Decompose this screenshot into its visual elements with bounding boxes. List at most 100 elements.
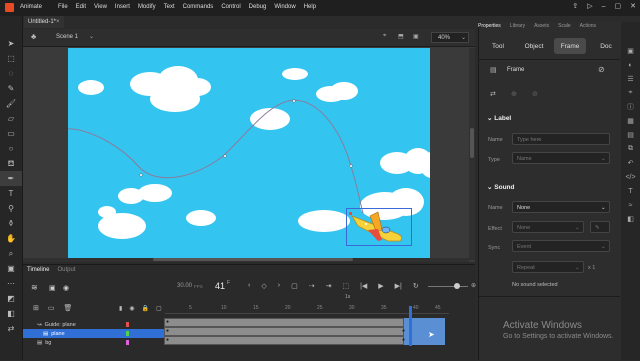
delete-layer-icon[interactable]: 🗑	[64, 304, 73, 312]
horizontal-scrollbar[interactable]	[23, 258, 469, 262]
zoom-slider[interactable]	[428, 283, 468, 289]
oval-icon[interactable]: ○	[0, 141, 22, 156]
close-tab-icon[interactable]: ×	[56, 16, 60, 28]
maximize-icon[interactable]: ▢	[615, 2, 622, 10]
tab-scale[interactable]: Scale	[558, 23, 571, 29]
document-tab[interactable]: Untitled-1* ×	[24, 16, 64, 28]
components-icon[interactable]: ⧉	[621, 142, 640, 156]
layer-color-swatch[interactable]	[126, 322, 129, 327]
zoom-in-icon[interactable]: ⊕	[471, 282, 476, 289]
fill-color-icon[interactable]: ◧	[0, 306, 22, 321]
layer-name[interactable]: bg	[45, 340, 51, 346]
menu-window[interactable]: Window	[274, 4, 295, 10]
history-icon[interactable]: ↶	[621, 156, 640, 170]
tab-object[interactable]: Object	[518, 38, 550, 54]
repeat-count[interactable]: x 1	[588, 265, 595, 271]
layer-row[interactable]: ▤ bg	[23, 338, 164, 347]
center-stage-icon[interactable]: ⌖	[383, 33, 386, 40]
forward-icon[interactable]: ▶|	[395, 282, 402, 290]
tab-library[interactable]: Library	[510, 23, 525, 29]
label-type-select[interactable]: Name ⌄	[512, 152, 610, 164]
menu-debug[interactable]: Debug	[249, 4, 267, 10]
bone-icon[interactable]: ⚱	[0, 216, 22, 231]
menu-file[interactable]: File	[58, 4, 68, 10]
frame-span[interactable]	[164, 327, 404, 336]
hand-icon[interactable]: ✋	[0, 231, 22, 246]
lock-all-icon[interactable]: 🔒	[142, 305, 149, 312]
label-section-header[interactable]: ⌄ Label	[487, 114, 511, 122]
repeat-select[interactable]: Repeat ⌄	[512, 261, 584, 273]
swap-colors-icon[interactable]: ⇄	[0, 321, 22, 336]
share-icon[interactable]: ⇪	[572, 2, 578, 10]
zoom-select[interactable]: 40% ⌄	[431, 32, 469, 43]
transform-icon[interactable]: ⌖	[621, 86, 640, 100]
camera-icon[interactable]: ▣	[0, 261, 22, 276]
tab-assets[interactable]: Assets	[534, 23, 549, 29]
highlight-layer-icon[interactable]: ▮	[119, 305, 122, 312]
align-icon[interactable]: ☰	[621, 72, 640, 86]
tab-timeline[interactable]: Timeline	[27, 267, 49, 273]
rewind-icon[interactable]: |◀	[360, 282, 367, 290]
new-layer-icon[interactable]: ⊞	[33, 304, 39, 312]
insert-keyframe-icon[interactable]: ◇	[261, 282, 266, 290]
frame-grid[interactable]: ● ● ● ● ● ➤	[164, 306, 445, 346]
layer-color-swatch[interactable]	[126, 331, 129, 336]
eraser-icon[interactable]: ▱	[0, 111, 22, 126]
layer-row-selected[interactable]: ▤ plane	[23, 329, 164, 338]
insert-blank-keyframe-icon[interactable]: ▢	[291, 282, 298, 290]
pencil-icon[interactable]: ✎	[0, 81, 22, 96]
tab-output[interactable]: Output	[57, 267, 75, 273]
shape-tween-icon[interactable]: ⬚	[342, 282, 349, 290]
tab-doc[interactable]: Doc	[590, 38, 622, 54]
zoom-slider-thumb[interactable]	[454, 283, 460, 289]
tab-actions[interactable]: Actions	[580, 23, 596, 29]
sync-select[interactable]: Event ⌄	[512, 240, 610, 252]
pen-icon[interactable]: ✒	[0, 171, 22, 186]
free-transform-icon[interactable]: ⬚	[0, 51, 22, 66]
menu-commands[interactable]: Commands	[183, 4, 214, 10]
frame-option-icon[interactable]: ⇄	[490, 90, 496, 98]
color-icon[interactable]: ◐	[621, 58, 640, 72]
rectangle-icon[interactable]: ▭	[0, 126, 22, 141]
frame-option-icon[interactable]: ⊘	[532, 90, 538, 98]
play-icon[interactable]: ▶	[378, 282, 383, 290]
eyedropper-icon[interactable]: ⚲	[0, 201, 22, 216]
label-name-input[interactable]: Type here	[512, 133, 610, 145]
menu-help[interactable]: Help	[304, 4, 316, 10]
edit-sound-button[interactable]: ✎	[590, 221, 610, 233]
layer-row[interactable]: ↝ Guide: plane	[23, 320, 164, 329]
layer-name[interactable]: Guide: plane	[45, 322, 76, 328]
frame-ruler[interactable]: 1s 5 10 15 20 25 30 35 40 45	[165, 294, 449, 314]
tab-tool[interactable]: Tool	[482, 38, 514, 54]
current-frame[interactable]: 41	[215, 281, 225, 291]
layer-depth-icon[interactable]: ≋	[31, 283, 38, 292]
stage[interactable]	[68, 48, 430, 260]
selection-tool-icon[interactable]: ➤	[0, 36, 22, 51]
camera-layer-icon[interactable]: ▣	[49, 284, 56, 292]
brush-icon[interactable]: 🖌	[0, 96, 22, 111]
frame-span[interactable]	[164, 336, 404, 345]
onion-skin-icon[interactable]: ◉	[63, 284, 69, 292]
tween-icon[interactable]: ⇢	[309, 282, 315, 290]
tab-properties[interactable]: Properties	[478, 23, 501, 29]
info-icon[interactable]: ⓘ	[621, 100, 640, 114]
outline-icon[interactable]: ▢	[156, 305, 162, 312]
frame-option-icon[interactable]: ⊕	[511, 90, 517, 98]
menu-view[interactable]: View	[94, 4, 107, 10]
clip-content-icon[interactable]: ▣	[413, 33, 419, 40]
menu-text[interactable]: Text	[164, 4, 175, 10]
airplane[interactable]	[348, 210, 410, 244]
sound-section-header[interactable]: ⌄ Sound	[487, 183, 514, 191]
next-keyframe-icon[interactable]: ›	[278, 282, 280, 290]
scene-label[interactable]: Scene 1	[56, 34, 78, 40]
code-icon[interactable]: </>	[621, 170, 640, 184]
previous-keyframe-icon[interactable]: ‹	[248, 282, 250, 290]
menu-modify[interactable]: Modify	[138, 4, 156, 10]
motion-icon[interactable]: ≈	[621, 198, 640, 212]
swatches-icon[interactable]: ▦	[621, 114, 640, 128]
stroke-color-icon[interactable]: ◩	[0, 291, 22, 306]
text-icon[interactable]: T	[621, 184, 640, 198]
layer-color-swatch[interactable]	[126, 340, 129, 345]
sound-name-select[interactable]: None ⌄	[512, 201, 610, 213]
effect-select[interactable]: None ⌄	[512, 221, 584, 233]
